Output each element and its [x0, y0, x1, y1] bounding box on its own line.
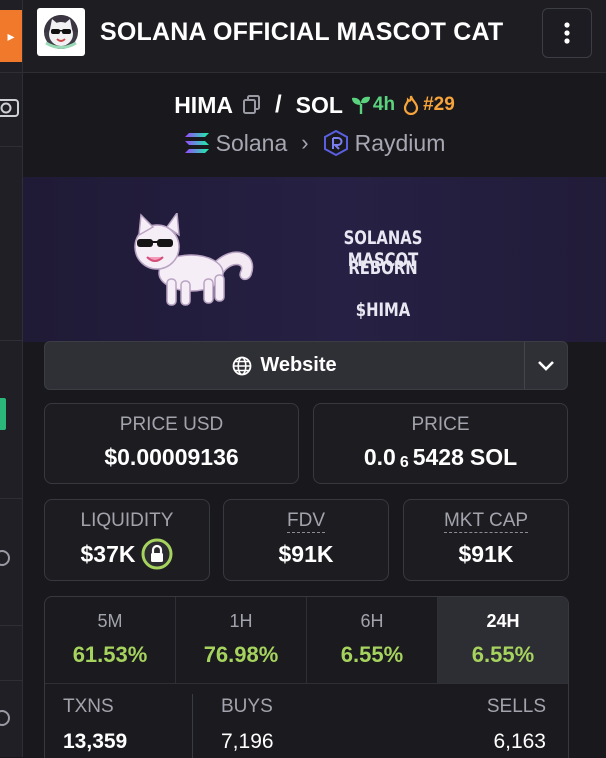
fdv-label: FDV — [224, 510, 388, 533]
dex-name[interactable]: Raydium — [355, 130, 446, 157]
liquidity-card: LIQUIDITY $37K — [44, 499, 210, 581]
trending-rank-value: #29 — [423, 94, 455, 115]
price-usd-value: $0.00009136 — [104, 444, 239, 470]
txns-value: 13,359 — [63, 730, 128, 753]
price-change-value: 6.55% — [340, 642, 404, 667]
globe-icon — [232, 356, 252, 375]
buys-value: 7,196 — [221, 730, 274, 753]
base-symbol: HIMA — [174, 91, 233, 118]
divider — [0, 625, 22, 626]
website-label: Website — [260, 354, 337, 376]
token-header: SOLANA OFFICIAL MASCOT CAT — [23, 0, 606, 73]
chain-row: Solana › Raydium — [23, 126, 606, 160]
sells-label: SELLS — [486, 696, 546, 717]
tab-label: 24H — [486, 611, 520, 631]
arrow-right-icon: ▸ — [7, 27, 15, 44]
fdv-value: $91K — [278, 541, 334, 567]
tab-24h[interactable]: 24H 6.55% — [438, 597, 568, 683]
transactions-row: TXNS 13,359 BUYS 7,196 SELLS 6,163 — [45, 684, 568, 758]
tab-label: 6H — [360, 611, 384, 631]
price-native-card: PRICE 0.0 6 5428 SOL — [313, 403, 568, 484]
pair-age-value: 4h — [372, 94, 396, 115]
mkt-cap-value: $91K — [458, 541, 514, 567]
liquidity-label: LIQUIDITY — [80, 510, 174, 531]
token-title: SOLANA OFFICIAL MASCOT CAT — [100, 18, 504, 46]
sells-value: 6,163 — [493, 730, 546, 753]
price-change-value: 76.98% — [203, 642, 279, 667]
left-sidebar-strip: ▸ — [0, 0, 23, 757]
liquidity-value: $37K — [80, 541, 136, 567]
solana-icon — [184, 133, 209, 153]
links-dropdown-button[interactable] — [524, 342, 567, 389]
divider — [0, 146, 22, 147]
price-native-label: PRICE — [411, 414, 470, 435]
more-menu-button[interactable] — [542, 8, 592, 58]
sprout-icon — [351, 96, 370, 114]
divider — [0, 680, 22, 681]
cat-mascot-image — [134, 213, 254, 306]
divider — [0, 340, 22, 341]
mkt-cap-label: MKT CAP — [404, 510, 568, 533]
banner-line-3: $HIMA — [355, 299, 411, 321]
price-native-value: 0.0 6 5428 SOL — [314, 442, 567, 472]
fdv-label-text[interactable]: FDV — [287, 510, 325, 533]
flame-icon — [404, 95, 419, 115]
price-usd-label: PRICE USD — [119, 414, 224, 435]
trending-rank[interactable]: #29 — [403, 94, 455, 116]
buys-stat: BUYS 7,196 — [221, 696, 274, 754]
lock-icon[interactable] — [141, 538, 173, 570]
fdv-card: FDV $91K — [223, 499, 389, 581]
chain-name[interactable]: Solana — [216, 130, 288, 157]
partial-icon — [0, 550, 10, 566]
pair-detail-panel: SOLANA OFFICIAL MASCOT CAT HIMA / SOL 4h… — [23, 0, 606, 758]
status-indicator — [0, 398, 6, 430]
expand-arrow-button[interactable]: ▸ — [0, 10, 22, 62]
divider — [192, 694, 193, 758]
price-change-value: 6.55% — [471, 642, 535, 667]
tab-label: 5M — [97, 611, 123, 631]
raydium-icon — [323, 130, 348, 156]
pair-slash: / — [274, 91, 282, 118]
tab-6h[interactable]: 6H 6.55% — [307, 597, 438, 683]
tab-1h[interactable]: 1H 76.98% — [176, 597, 307, 683]
pair-row: HIMA / SOL 4h #29 — [23, 88, 606, 122]
price-native-unit: SOL — [469, 444, 518, 470]
mkt-cap-card: MKT CAP $91K — [403, 499, 569, 581]
price-native-zeros: 6 — [399, 454, 409, 471]
website-button-group: Website — [44, 341, 568, 390]
camera-icon[interactable] — [0, 96, 22, 120]
mkt-cap-label-text[interactable]: MKT CAP — [443, 510, 529, 533]
website-button[interactable]: Website — [45, 342, 524, 389]
price-native-prefix: 0.0 — [363, 444, 396, 470]
token-banner: SOLANAS MASCOT REBORN $HIMA — [23, 177, 606, 342]
divider — [0, 498, 22, 499]
price-native-digits: 5428 — [412, 444, 464, 470]
txns-label: TXNS — [63, 696, 114, 717]
tab-label: 1H — [229, 611, 253, 631]
tab-5m[interactable]: 5M 61.53% — [45, 597, 176, 683]
price-change-value: 61.53% — [72, 642, 148, 667]
banner-line-2: REBORN — [348, 257, 418, 279]
price-usd-card: PRICE USD $0.00009136 — [44, 403, 299, 484]
liquidity-value-row: $37K — [45, 538, 209, 570]
chevron-right-icon: › — [301, 130, 309, 155]
kebab-vertical-icon — [564, 22, 570, 44]
pair-age: 4h — [351, 94, 395, 116]
quote-symbol: SOL — [295, 91, 343, 118]
buys-label: BUYS — [221, 696, 273, 717]
partial-icon — [0, 710, 10, 726]
sells-stat: SELLS 6,163 — [487, 696, 546, 754]
txns-stat: TXNS 13,359 — [63, 696, 127, 754]
divider — [0, 72, 22, 73]
copy-icon[interactable] — [242, 95, 261, 115]
stats-panel: 5M 61.53% 1H 76.98% 6H 6.55% 24H 6.55% T… — [44, 596, 569, 758]
chevron-down-icon — [538, 360, 554, 371]
timeframe-tabs: 5M 61.53% 1H 76.98% 6H 6.55% 24H 6.55% — [45, 597, 568, 684]
token-logo — [37, 8, 85, 56]
